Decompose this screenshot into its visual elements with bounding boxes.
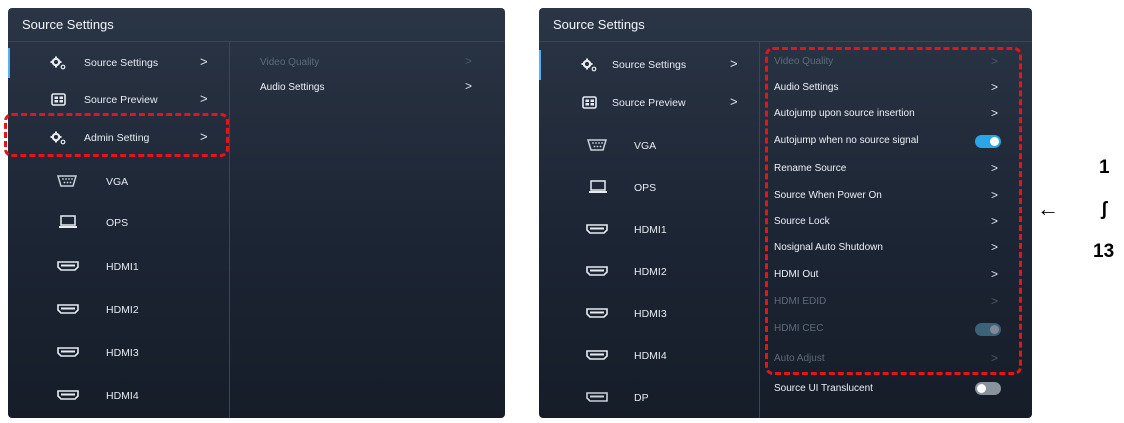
source-label: HDMI1	[106, 261, 139, 273]
preview-grid-icon	[51, 93, 67, 107]
source-item-hdmi3[interactable]: HDMI3	[539, 300, 759, 328]
source-label: HDMI3	[634, 308, 667, 320]
source-label: HDMI2	[106, 304, 139, 316]
toggle-knob	[977, 384, 986, 393]
right-column-divider	[759, 42, 760, 418]
source-item-dp[interactable]: DP	[539, 384, 759, 412]
chevron-right-icon: >	[200, 54, 208, 69]
source-item-hdmi1[interactable]: HDMI1	[8, 253, 229, 281]
hdmi-port-icon	[57, 347, 79, 361]
source-item-vga[interactable]: VGA	[8, 168, 229, 196]
active-indicator	[539, 50, 541, 80]
right-nav-item-source-preview[interactable]: Source Preview >	[539, 88, 759, 118]
laptop-icon	[588, 180, 608, 194]
chevron-right-icon: >	[465, 79, 473, 93]
hdmi-port-icon	[586, 266, 608, 280]
source-item-vga[interactable]: VGA	[539, 132, 759, 160]
chevron-right-icon: >	[730, 56, 738, 71]
hdmi-port-icon	[57, 304, 79, 318]
nav-label: Source Settings	[612, 59, 687, 71]
hdmi-port-icon	[57, 390, 79, 404]
left-nav-item-source-preview[interactable]: Source Preview >	[8, 85, 229, 115]
source-item-ops[interactable]: OPS	[539, 174, 759, 202]
annotation-bottom-number: 13	[1093, 241, 1115, 262]
vga-port-icon	[586, 139, 608, 153]
left-nav-item-source-settings[interactable]: Source Settings >	[8, 48, 229, 78]
left-column-divider	[229, 42, 230, 418]
right-panel-title: Source Settings	[539, 8, 1032, 42]
right-nav-item-source-settings[interactable]: Source Settings >	[539, 50, 759, 80]
preview-grid-icon	[582, 96, 598, 110]
source-item-hdmi2[interactable]: HDMI2	[8, 296, 229, 324]
source-label: VGA	[634, 140, 657, 152]
active-indicator	[8, 48, 10, 78]
source-item-hdmi1[interactable]: HDMI1	[539, 216, 759, 244]
hdmi-port-icon	[586, 350, 608, 364]
source-label: HDMI4	[634, 350, 667, 362]
option-audio-settings[interactable]: Audio Settings	[260, 82, 325, 93]
source-label: OPS	[634, 182, 657, 194]
hdmi-port-icon	[57, 261, 79, 275]
gear-icon	[50, 56, 66, 70]
gear-icon	[581, 58, 597, 72]
nav-label: Source Preview	[84, 94, 158, 106]
vga-port-icon	[56, 175, 78, 189]
source-item-hdmi4[interactable]: HDMI4	[8, 382, 229, 410]
left-panel-title: Source Settings	[8, 8, 505, 42]
annotation-middle-mark: ʃ	[1101, 199, 1108, 220]
source-label: DP	[634, 392, 649, 404]
options-list-highlight	[765, 47, 1022, 375]
option-source-ui-translucent: Source UI Translucent	[774, 383, 873, 394]
annotation-arrow-icon: ←	[1037, 196, 1059, 221]
annotation-top-number: 1	[1099, 157, 1110, 178]
source-item-hdmi4[interactable]: HDMI4	[539, 342, 759, 370]
source-item-ops[interactable]: OPS	[8, 209, 229, 237]
source-label: OPS	[106, 217, 129, 229]
source-label: HDMI3	[106, 347, 139, 359]
source-label: VGA	[106, 176, 129, 188]
hdmi-port-icon	[586, 308, 608, 322]
nav-label: Source Preview	[612, 97, 686, 109]
option-video-quality[interactable]: Video Quality	[260, 57, 319, 68]
admin-setting-highlight	[4, 113, 229, 157]
source-label: HDMI4	[106, 390, 139, 402]
left-screen-panel: Source Settings Source Settings > Source…	[8, 8, 505, 418]
chevron-right-icon: >	[465, 54, 473, 68]
source-item-hdmi3[interactable]: HDMI3	[8, 339, 229, 367]
laptop-icon	[58, 215, 78, 229]
nav-label: Source Settings	[84, 57, 159, 69]
source-ui-translucent-toggle[interactable]	[975, 382, 1001, 395]
source-label: HDMI2	[634, 266, 667, 278]
chevron-right-icon: >	[730, 94, 738, 109]
chevron-right-icon: >	[200, 91, 208, 106]
displayport-icon	[586, 392, 608, 406]
source-item-hdmi2[interactable]: HDMI2	[539, 258, 759, 286]
source-label: HDMI1	[634, 224, 667, 236]
hdmi-port-icon	[586, 224, 608, 238]
